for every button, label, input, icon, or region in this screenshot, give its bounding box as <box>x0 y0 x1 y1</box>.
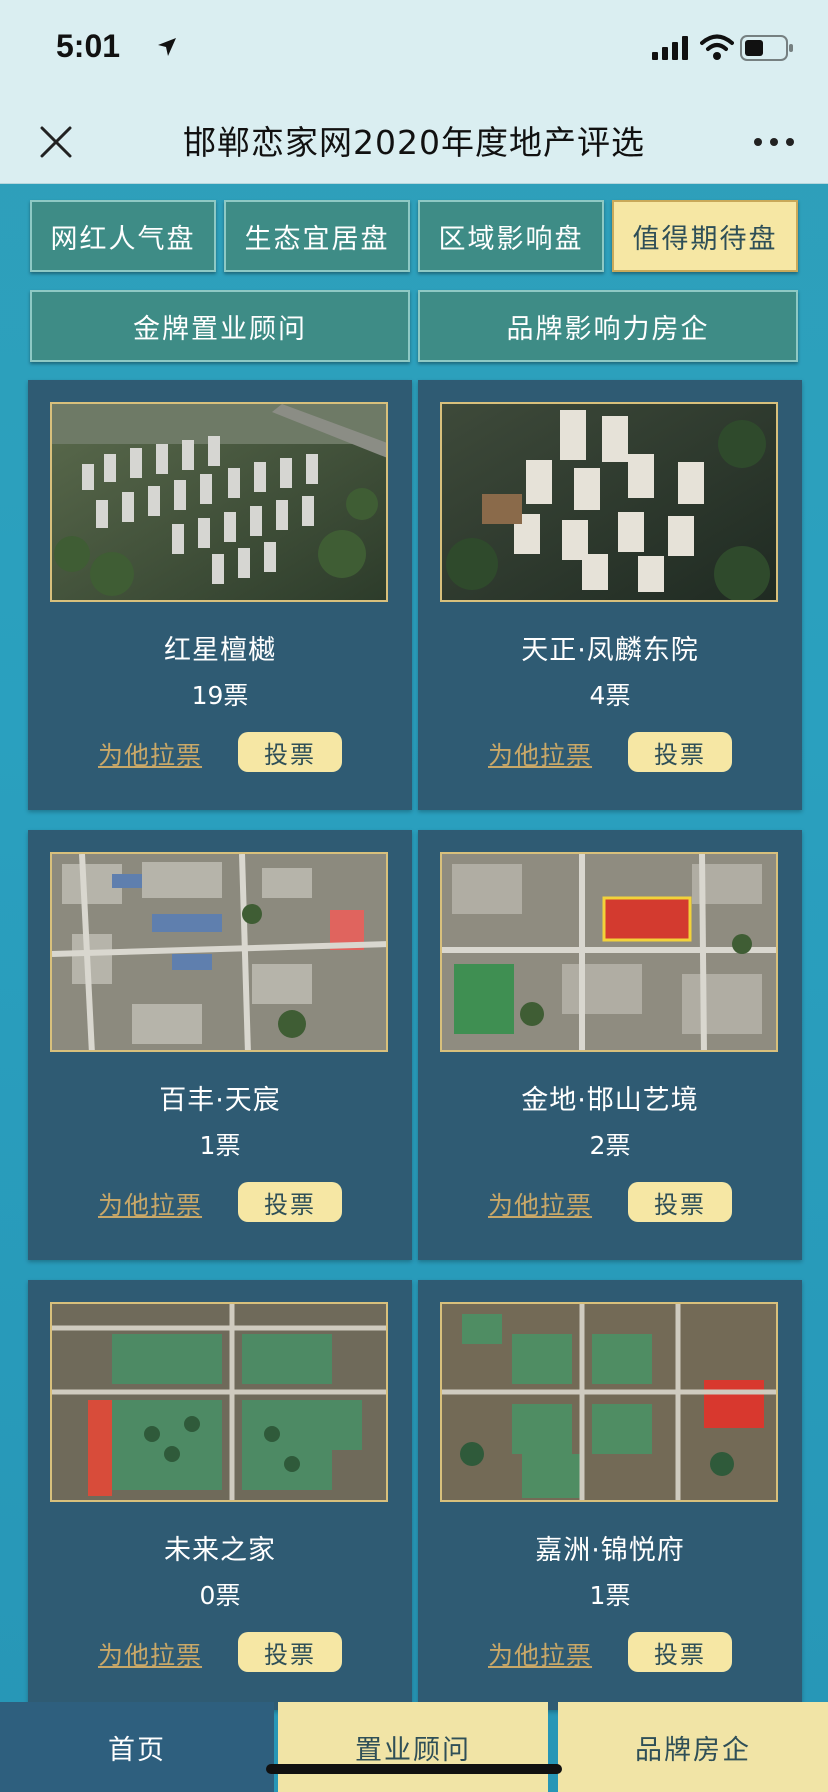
home-indicator <box>266 1764 562 1774</box>
location-arrow-icon <box>156 36 178 62</box>
canvass-link[interactable]: 为他拉票 <box>488 1186 592 1222</box>
vote-count: 1票 <box>589 1581 631 1610</box>
close-icon[interactable] <box>36 122 76 162</box>
status-time: 5:01 <box>56 28 121 64</box>
vote-count: 4票 <box>589 681 631 710</box>
cellular-signal-icon <box>652 36 690 64</box>
project-card: 天正·凤麟东院 4票 为他拉票 投票 <box>418 380 802 810</box>
tab-eco-livable[interactable]: 生态宜居盘 <box>224 200 410 272</box>
project-name: 未来之家 <box>164 1535 276 1566</box>
canvass-link[interactable]: 为他拉票 <box>98 1186 202 1222</box>
nav-bar: 邯郸恋家网2020年度地产评选 <box>0 100 828 184</box>
battery-icon <box>740 35 794 65</box>
canvass-link[interactable]: 为他拉票 <box>98 1636 202 1672</box>
wifi-icon <box>700 33 734 65</box>
project-name: 红星檀樾 <box>164 635 276 666</box>
tab-worth-expecting[interactable]: 值得期待盘 <box>612 200 798 272</box>
project-image[interactable] <box>440 1302 778 1502</box>
status-bar: 5:01 <box>0 0 828 100</box>
tab-gold-consultant[interactable]: 金牌置业顾问 <box>30 290 410 362</box>
vote-button[interactable]: 投票 <box>628 1182 732 1222</box>
project-image[interactable] <box>440 852 778 1052</box>
vote-count: 2票 <box>589 1131 631 1160</box>
more-dots-icon[interactable] <box>752 134 796 153</box>
vote-button[interactable]: 投票 <box>238 732 342 772</box>
project-name: 天正·凤麟东院 <box>521 635 699 666</box>
bottom-tab-brand[interactable]: 品牌房企 <box>558 1702 828 1792</box>
project-name: 百丰·天宸 <box>159 1085 281 1116</box>
canvass-link[interactable]: 为他拉票 <box>488 1636 592 1672</box>
vote-count: 19票 <box>191 681 249 710</box>
project-image[interactable] <box>50 852 388 1052</box>
bottom-tab-home[interactable]: 首页 <box>0 1702 274 1792</box>
project-image[interactable] <box>50 402 388 602</box>
page-title: 邯郸恋家网2020年度地产评选 <box>183 123 645 162</box>
vote-button[interactable]: 投票 <box>238 1182 342 1222</box>
vote-count: 1票 <box>199 1131 241 1160</box>
project-name: 嘉洲·锦悦府 <box>535 1535 685 1566</box>
project-card: 百丰·天宸 1票 为他拉票 投票 <box>28 830 412 1260</box>
project-name: 金地·邯山艺境 <box>521 1085 699 1116</box>
vote-button[interactable]: 投票 <box>628 732 732 772</box>
project-card: 金地·邯山艺境 2票 为他拉票 投票 <box>418 830 802 1260</box>
vote-count: 0票 <box>199 1581 241 1610</box>
vote-button[interactable]: 投票 <box>238 1632 342 1672</box>
bottom-nav: 首页 置业顾问 品牌房企 <box>0 1702 828 1792</box>
project-image[interactable] <box>440 402 778 602</box>
project-card: 嘉洲·锦悦府 1票 为他拉票 投票 <box>418 1280 802 1710</box>
canvass-link[interactable]: 为他拉票 <box>98 736 202 772</box>
vote-button[interactable]: 投票 <box>628 1632 732 1672</box>
project-card: 红星檀樾 19票 为他拉票 投票 <box>28 380 412 810</box>
tab-brand-developer[interactable]: 品牌影响力房企 <box>418 290 798 362</box>
bottom-tab-advisor[interactable]: 置业顾问 <box>278 1702 548 1792</box>
tab-regional-impact[interactable]: 区域影响盘 <box>418 200 604 272</box>
project-card: 未来之家 0票 为他拉票 投票 <box>28 1280 412 1710</box>
canvass-link[interactable]: 为他拉票 <box>488 736 592 772</box>
project-image[interactable] <box>50 1302 388 1502</box>
tab-influencer-popular[interactable]: 网红人气盘 <box>30 200 216 272</box>
